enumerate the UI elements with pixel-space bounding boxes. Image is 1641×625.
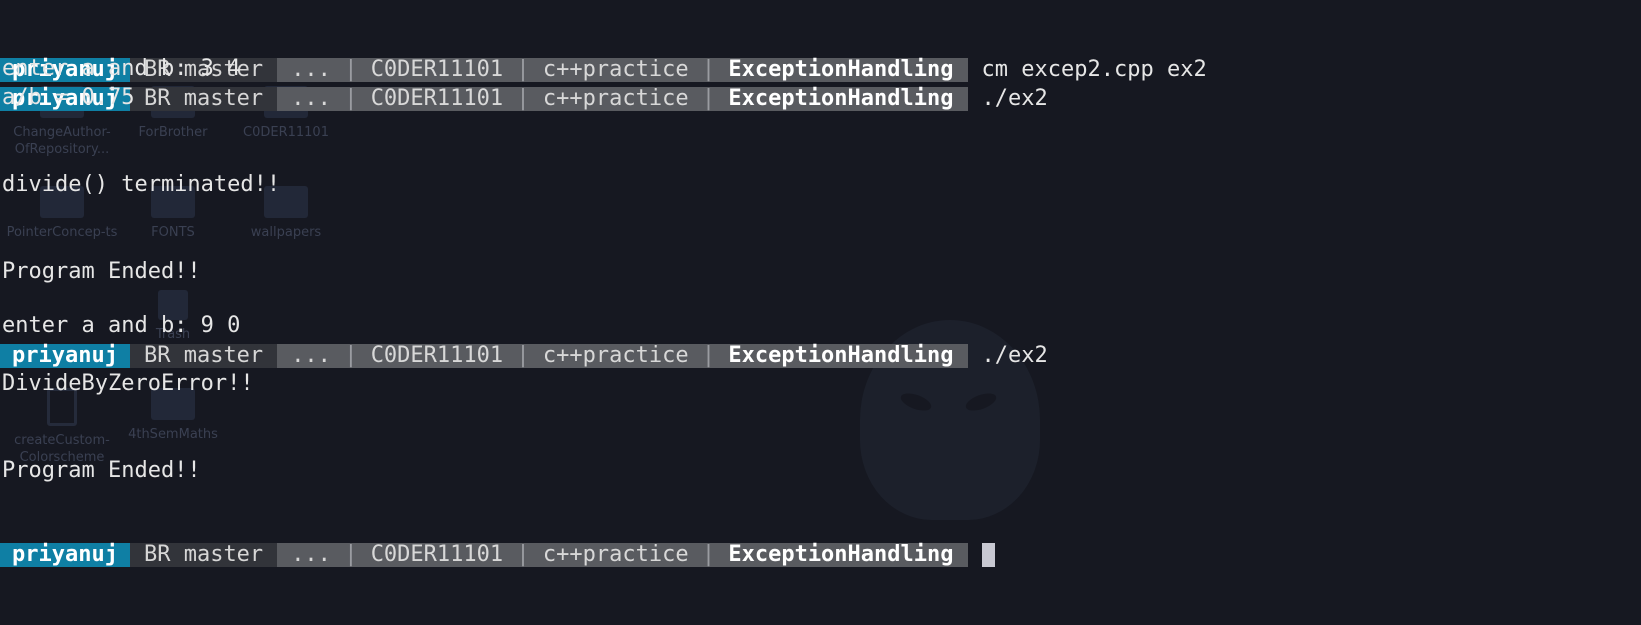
prompt-line: priyanuj BR master ... | C0DER11101 | c+… [0, 485, 1641, 567]
path-dir: c++practice [542, 542, 689, 567]
output-line: enter a and b: 9 0 [2, 313, 241, 338]
path-separator: | [701, 542, 716, 567]
prompt-line: priyanuj BR master ... | C0DER11101 | c+… [0, 29, 1641, 111]
terminal-window[interactable]: priyanuj BR master ... | C0DER11101 | c+… [0, 0, 1641, 567]
output-line: Program Ended!! [2, 458, 201, 483]
output-line: enter a and b: 3 4 [2, 56, 241, 81]
prompt-line: priyanuj BR master ... | C0DER11101 | c+… [0, 0, 1641, 82]
path-separator: | [344, 542, 358, 567]
path-separator: | [516, 542, 530, 567]
prompt-line: priyanuj BR master ... | C0DER11101 | c+… [0, 286, 1641, 368]
output-line: DivideByZeroError!! [2, 371, 254, 396]
output-line: divide() terminated!! [2, 172, 281, 197]
output-line: Program Ended!! [2, 259, 201, 284]
path-dir: C0DER11101 [370, 542, 504, 567]
path-ellipsis: ... [291, 542, 331, 567]
path-current-dir: ExceptionHandling [728, 542, 954, 567]
output-line: a/b = 0.75 [2, 85, 135, 110]
